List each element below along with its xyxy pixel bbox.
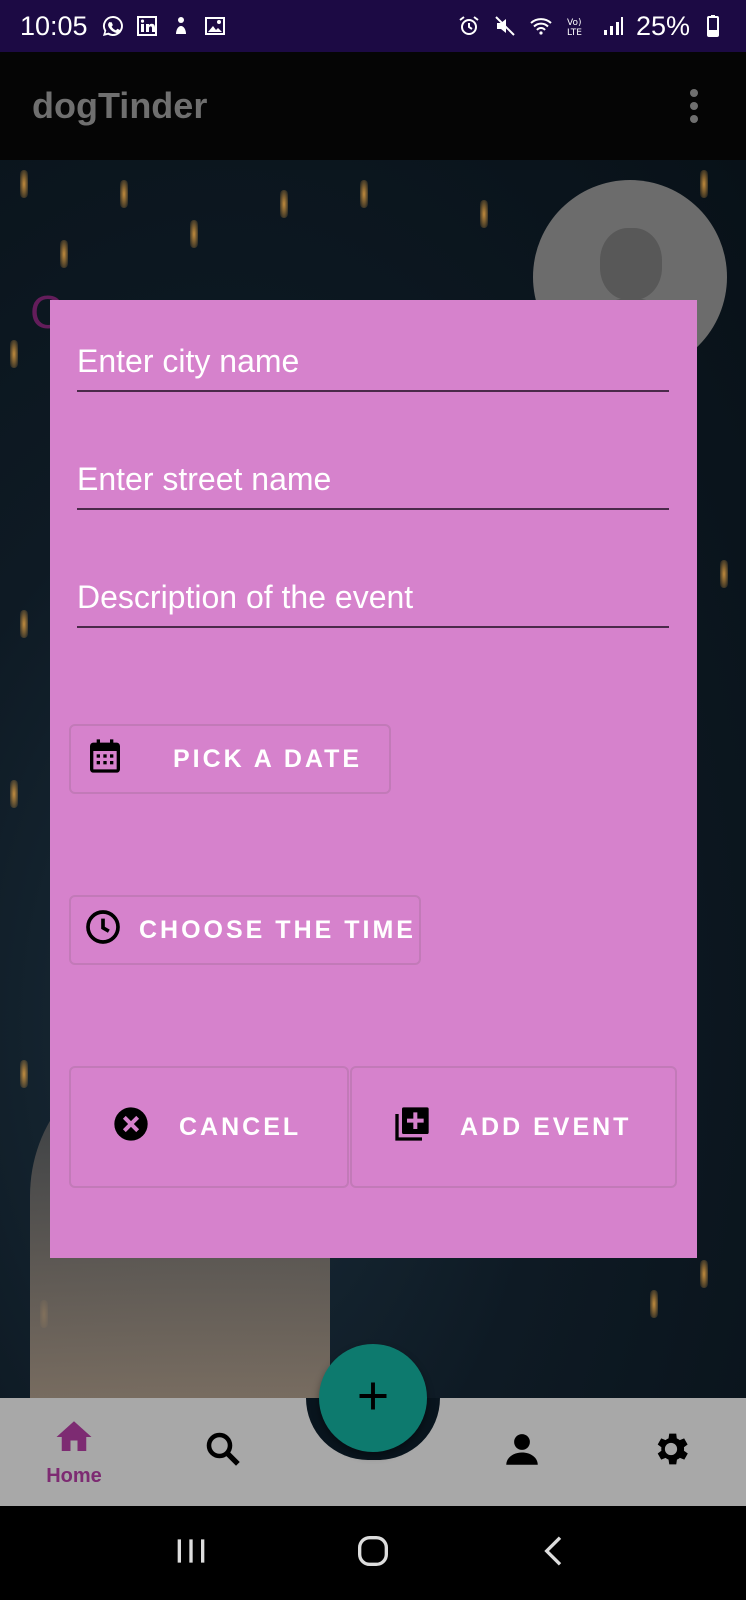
mute-icon [492, 13, 518, 39]
choose-time-button[interactable]: CHOOSE THE TIME [69, 895, 421, 965]
nav-item-settings[interactable] [631, 1428, 711, 1475]
street-name-placeholder: Enter street name [77, 461, 332, 497]
status-bar: 10:05 Vo) LTE 25% [0, 0, 746, 52]
pick-date-button[interactable]: PICK A DATE [69, 724, 391, 794]
svg-text:LTE: LTE [567, 28, 582, 38]
back-icon[interactable] [535, 1531, 575, 1576]
city-name-input[interactable]: Enter city name [77, 332, 669, 392]
choose-time-label: CHOOSE THE TIME [139, 915, 416, 944]
search-icon [202, 1428, 244, 1475]
status-left-icons [100, 13, 228, 39]
nav-home-label: Home [46, 1465, 102, 1487]
calendar-icon [85, 736, 125, 783]
wifi-icon [528, 13, 554, 39]
add-event-dialog: Enter city name Enter street name Descri… [50, 300, 697, 1258]
cancel-label: CANCEL [179, 1112, 302, 1141]
event-description-placeholder: Description of the event [77, 579, 414, 615]
svg-text:Vo): Vo) [567, 18, 581, 28]
app-title: dogTinder [32, 85, 208, 126]
city-name-placeholder: Enter city name [77, 343, 300, 379]
add-fab-button[interactable] [319, 1344, 427, 1452]
alarm-icon [456, 13, 482, 39]
gallery-icon [202, 13, 228, 39]
nav-item-home[interactable]: Home [34, 1416, 114, 1488]
home-button-icon[interactable] [353, 1531, 393, 1576]
recent-apps-icon[interactable] [171, 1531, 211, 1576]
whatsapp-icon [100, 13, 126, 39]
notification-icon [168, 13, 194, 39]
more-vert-icon[interactable] [674, 86, 714, 126]
system-navigation-bar [0, 1506, 746, 1600]
battery-percentage: 25% [635, 10, 690, 41]
status-time: 10:05 [20, 10, 88, 41]
nav-item-search[interactable] [183, 1428, 263, 1475]
library-add-icon [392, 1104, 432, 1151]
home-icon [53, 1416, 95, 1463]
settings-icon [650, 1428, 692, 1475]
add-event-button[interactable]: ADD EVENT [350, 1066, 677, 1188]
battery-icon [700, 13, 726, 39]
pick-date-label: PICK A DATE [173, 744, 363, 773]
cancel-icon [111, 1104, 151, 1151]
volte-icon: Vo) LTE [564, 13, 590, 39]
person-icon [501, 1428, 543, 1475]
clock-icon [83, 907, 123, 954]
event-description-input[interactable]: Description of the event [77, 568, 669, 628]
add-event-label: ADD EVENT [460, 1112, 632, 1141]
status-right: Vo) LTE 25% [456, 11, 726, 42]
app-bar: dogTinder [0, 52, 746, 160]
cancel-button[interactable]: CANCEL [69, 1066, 349, 1188]
street-name-input[interactable]: Enter street name [77, 450, 669, 510]
linkedin-icon [134, 13, 160, 39]
signal-icon [600, 13, 626, 39]
nav-item-profile[interactable] [482, 1428, 562, 1475]
plus-icon [355, 1378, 391, 1419]
